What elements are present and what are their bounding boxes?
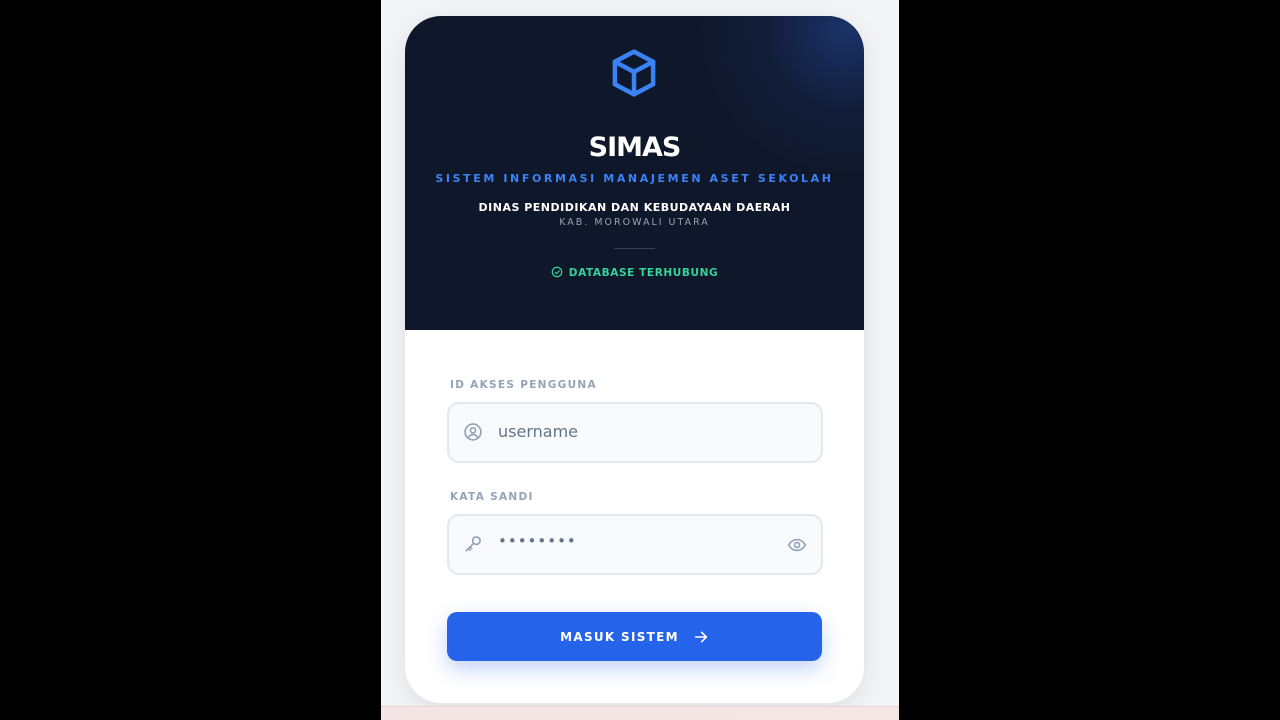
username-label: ID AKSES PENGGUNA [450, 379, 597, 391]
agency-name: DINAS PENDIDIKAN DAN KEBUDAYAAN DAERAH [478, 201, 791, 214]
cube-icon [612, 49, 656, 97]
header-divider [614, 248, 655, 249]
database-status-label: DATABASE TERHUBUNG [568, 267, 719, 279]
password-field[interactable]: •••••••• [447, 514, 823, 575]
key-icon [465, 536, 481, 552]
login-button-label: MASUK SISTEM [560, 629, 679, 644]
login-header: SIMAS SISTEM INFORMASI MANAJEMEN ASET SE… [405, 16, 864, 330]
password-value: •••••••• [498, 532, 577, 550]
page-bottom-strip [381, 706, 899, 720]
username-field[interactable]: username [447, 402, 823, 463]
login-submit-button[interactable]: MASUK SISTEM [447, 612, 822, 661]
login-card: SIMAS SISTEM INFORMASI MANAJEMEN ASET SE… [405, 16, 864, 703]
eye-icon[interactable] [787, 535, 807, 555]
check-circle-icon [551, 266, 563, 278]
password-label: KATA SANDI [450, 491, 534, 503]
database-status-badge: DATABASE TERHUBUNG [405, 266, 864, 279]
user-circle-icon [464, 423, 482, 441]
agency-region: KAB. MOROWALI UTARA [559, 217, 710, 228]
app-title: SIMAS [588, 132, 682, 163]
app-subtitle: SISTEM INFORMASI MANAJEMEN ASET SEKOLAH [435, 172, 834, 185]
username-value: username [498, 422, 578, 441]
arrow-right-icon [694, 631, 708, 642]
phone-viewport: SIMAS SISTEM INFORMASI MANAJEMEN ASET SE… [381, 0, 899, 720]
